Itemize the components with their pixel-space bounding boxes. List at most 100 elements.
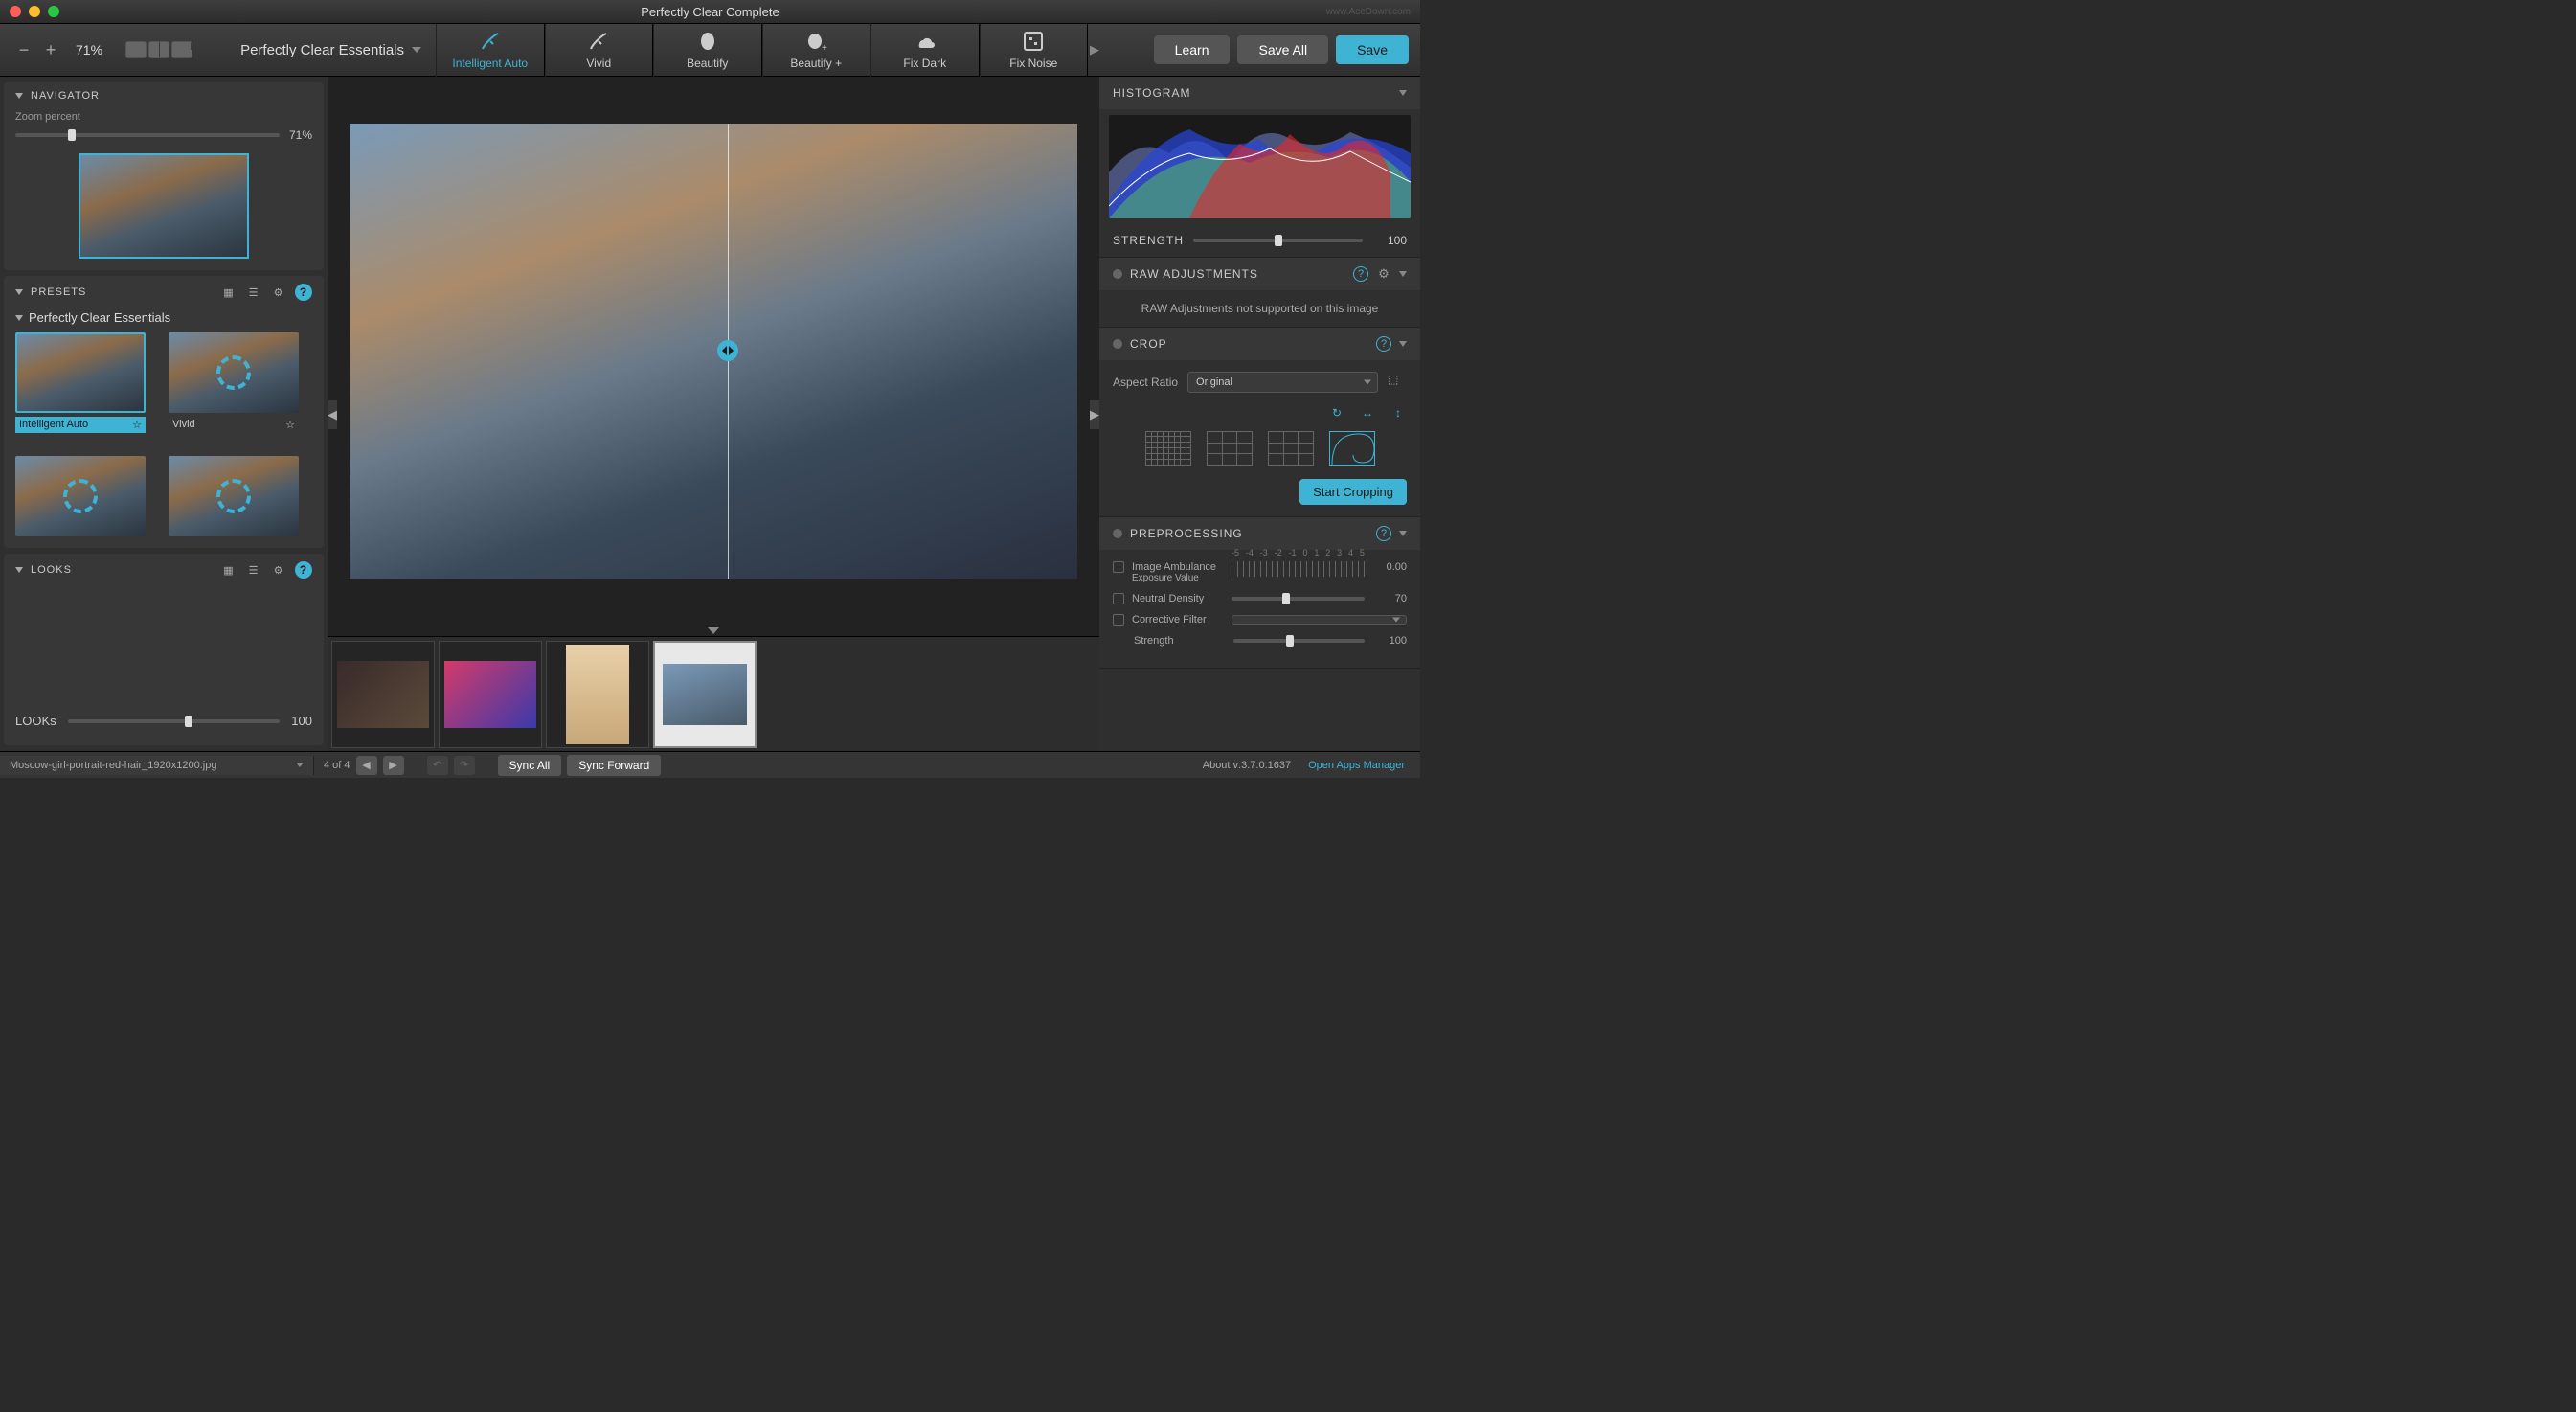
rotate-icon[interactable]: ↻	[1328, 404, 1345, 421]
raw-toggle[interactable]	[1399, 271, 1407, 277]
tab-vivid[interactable]: Vivid	[545, 24, 654, 77]
save-all-button[interactable]: Save All	[1237, 35, 1328, 64]
filmstrip-item[interactable]	[331, 641, 435, 748]
preset-group-toggle[interactable]	[15, 315, 23, 321]
brush-hd-icon	[479, 30, 502, 53]
filename-label: Moscow-girl-portrait-red-hair_1920x1200.…	[10, 760, 216, 771]
preset-vivid[interactable]: Vivid ☆	[169, 332, 299, 433]
nd-slider[interactable]	[1232, 597, 1365, 601]
looks-slider[interactable]	[68, 719, 281, 723]
filmstrip-collapse[interactable]	[328, 625, 1099, 636]
crop-grid-dense[interactable]	[1145, 431, 1191, 466]
tab-beautify-plus[interactable]: + Beautify +	[762, 24, 871, 77]
looks-toggle[interactable]	[15, 567, 23, 573]
navigator-toggle[interactable]	[15, 93, 23, 99]
crop-grid-thirds-2[interactable]	[1268, 431, 1314, 466]
tab-fix-noise[interactable]: Fix Noise	[980, 24, 1089, 77]
preprocessing-toggle[interactable]	[1399, 531, 1407, 536]
zoom-in-button[interactable]: +	[41, 40, 60, 59]
help-icon[interactable]: ?	[1353, 266, 1368, 282]
pp-strength-label: Strength	[1134, 635, 1226, 647]
filename-dropdown[interactable]: Moscow-girl-portrait-red-hair_1920x1200.…	[0, 756, 314, 775]
list-view-icon[interactable]: ☰	[245, 284, 262, 301]
window-maximize[interactable]	[48, 6, 59, 17]
save-button[interactable]: Save	[1336, 35, 1409, 64]
tab-scroll-right[interactable]: ▶	[1088, 42, 1101, 57]
help-icon[interactable]: ?	[295, 561, 312, 579]
view-mode-split-v[interactable]	[148, 41, 169, 58]
view-mode-split-h[interactable]	[171, 41, 192, 58]
learn-button[interactable]: Learn	[1154, 35, 1231, 64]
filmstrip-item[interactable]	[546, 641, 649, 748]
image-viewer[interactable]	[328, 77, 1099, 625]
nd-label: Neutral Density	[1132, 593, 1224, 604]
ambulance-checkbox[interactable]	[1113, 561, 1124, 573]
looks-title: LOOKS	[31, 564, 213, 576]
main-toolbar: − + 71% Perfectly Clear Essentials Intel…	[0, 24, 1420, 77]
star-icon[interactable]: ☆	[132, 419, 142, 431]
histogram-section: HISTOGRAM STRENGTH 100	[1099, 77, 1420, 258]
pp-strength-slider[interactable]	[1233, 639, 1365, 643]
zoom-slider[interactable]	[15, 133, 280, 137]
grid-view-icon[interactable]: ▦	[220, 561, 237, 579]
tab-beautify[interactable]: Beautify	[653, 24, 762, 77]
view-mode-single[interactable]	[125, 41, 147, 58]
tab-intelligent-auto[interactable]: Intelligent Auto	[436, 24, 545, 77]
star-icon[interactable]: ☆	[285, 419, 295, 431]
crop-grid-spiral[interactable]	[1329, 431, 1375, 466]
list-view-icon[interactable]: ☰	[245, 561, 262, 579]
main-image	[350, 124, 1077, 579]
gear-icon[interactable]: ⚙	[270, 561, 287, 579]
preset-item[interactable]	[169, 456, 299, 540]
preset-dropdown[interactable]: Perfectly Clear Essentials	[240, 42, 421, 58]
grid-view-icon[interactable]: ▦	[220, 284, 237, 301]
sync-all-button[interactable]: Sync All	[498, 755, 562, 776]
help-icon[interactable]: ?	[295, 284, 312, 301]
preset-item[interactable]	[15, 456, 146, 540]
nd-checkbox[interactable]	[1113, 593, 1124, 604]
flip-h-icon[interactable]: ↔	[1359, 404, 1376, 421]
presets-toggle[interactable]	[15, 289, 23, 295]
preset-intelligent-auto[interactable]: Intelligent Auto ☆	[15, 332, 146, 433]
start-cropping-button[interactable]: Start Cropping	[1299, 479, 1407, 505]
next-image-button[interactable]: ▶	[383, 756, 404, 775]
gear-icon[interactable]: ⚙	[270, 284, 287, 301]
window-close[interactable]	[10, 6, 21, 17]
nd-value: 70	[1372, 593, 1407, 604]
undo-button[interactable]: ↶	[427, 756, 448, 775]
crop-icon[interactable]: ⬚	[1388, 373, 1407, 392]
section-dot	[1113, 339, 1122, 349]
open-apps-manager-link[interactable]: Open Apps Manager	[1308, 760, 1405, 771]
redo-button[interactable]: ↷	[454, 756, 475, 775]
face-plus-icon: +	[804, 30, 827, 53]
aspect-ratio-dropdown[interactable]: Original	[1187, 372, 1378, 393]
help-icon[interactable]: ?	[1376, 336, 1391, 352]
sync-forward-button[interactable]: Sync Forward	[567, 755, 661, 776]
zoom-percent[interactable]: 71%	[76, 42, 102, 57]
window-minimize[interactable]	[29, 6, 40, 17]
brush-icon	[587, 30, 610, 53]
crop-toggle[interactable]	[1399, 341, 1407, 347]
navigator-thumbnail[interactable]	[79, 153, 249, 259]
about-label[interactable]: About v:3.7.0.1637	[1203, 760, 1291, 771]
prev-image-button[interactable]: ◀	[356, 756, 377, 775]
preset-group[interactable]: Perfectly Clear Essentials	[15, 310, 312, 325]
raw-title: RAW ADJUSTMENTS	[1130, 267, 1345, 281]
split-handle[interactable]	[717, 340, 738, 361]
cf-checkbox[interactable]	[1113, 614, 1124, 626]
histogram-toggle[interactable]	[1399, 90, 1407, 96]
help-icon[interactable]: ?	[1376, 526, 1391, 541]
strength-slider[interactable]	[1193, 239, 1363, 242]
ambulance-sublabel: Exposure Value	[1132, 573, 1224, 583]
tab-fix-dark[interactable]: Fix Dark	[870, 24, 980, 77]
crop-grid-thirds[interactable]	[1207, 431, 1253, 466]
ambulance-slider[interactable]: -5-4-3-2-1012345	[1232, 561, 1365, 577]
filmstrip-item-active[interactable]	[653, 641, 757, 748]
face-icon	[696, 30, 719, 53]
zoom-out-button[interactable]: −	[14, 40, 34, 59]
cf-dropdown[interactable]	[1232, 615, 1407, 625]
flip-v-icon[interactable]: ↕	[1390, 404, 1407, 421]
gear-icon[interactable]: ⚙	[1376, 266, 1391, 282]
section-dot	[1113, 269, 1122, 279]
filmstrip-item[interactable]	[439, 641, 542, 748]
